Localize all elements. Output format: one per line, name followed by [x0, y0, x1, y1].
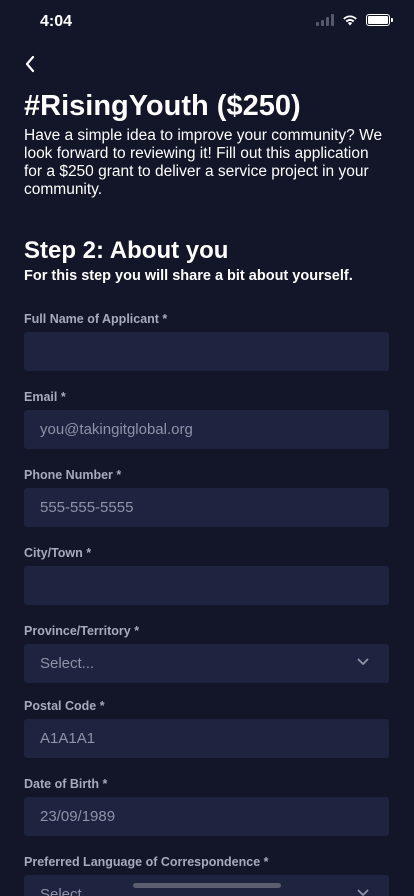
- language-field-group: Preferred Language of Correspondence * S…: [24, 854, 390, 896]
- date-of-birth-input[interactable]: [24, 797, 389, 836]
- cellular-signal-icon: [316, 14, 334, 26]
- page-header: #RisingYouth ($250) Have a simple idea t…: [24, 88, 390, 285]
- city-input[interactable]: [24, 566, 389, 605]
- step-title: Step 2: About you: [24, 237, 229, 264]
- wifi-icon: [343, 15, 357, 26]
- language-label: Preferred Language of Correspondence *: [24, 855, 269, 869]
- province-field-group: Province/Territory * Select...: [24, 623, 390, 683]
- full-name-label: Full Name of Applicant *: [24, 312, 168, 326]
- email-input[interactable]: [24, 410, 389, 449]
- dob-label: Date of Birth *: [24, 777, 108, 791]
- step-subtitle: For this step you will share a bit about…: [24, 268, 353, 284]
- home-indicator[interactable]: [133, 883, 281, 888]
- status-bar: 4:04: [0, 0, 414, 44]
- province-label: Province/Territory *: [24, 624, 140, 638]
- postal-label: Postal Code *: [24, 699, 105, 713]
- chevron-left-icon: [25, 55, 35, 73]
- city-field-group: City/Town *: [24, 545, 390, 605]
- phone-field-group: Phone Number *: [24, 467, 390, 527]
- phone-label: Phone Number *: [24, 468, 122, 482]
- language-select-value: Select...: [40, 886, 95, 896]
- dob-field-group: Date of Birth *: [24, 776, 390, 836]
- page-intro: Have a simple idea to improve your commu…: [24, 127, 383, 198]
- chevron-down-icon: [357, 889, 369, 896]
- battery-icon: [366, 14, 393, 26]
- status-icons: [316, 14, 393, 26]
- email-label: Email *: [24, 390, 66, 404]
- phone-input[interactable]: [24, 488, 389, 527]
- back-button[interactable]: [16, 50, 44, 78]
- full-name-field-group: Full Name of Applicant *: [24, 311, 390, 371]
- province-select[interactable]: Select...: [24, 644, 389, 683]
- postal-field-group: Postal Code *: [24, 698, 390, 758]
- postal-code-input[interactable]: [24, 719, 389, 758]
- status-time: 4:04: [40, 13, 73, 30]
- province-select-value: Select...: [40, 655, 95, 672]
- full-name-input[interactable]: [24, 332, 389, 371]
- page-title: #RisingYouth ($250): [24, 90, 301, 122]
- about-you-form: Full Name of Applicant * Email * Phone N…: [24, 311, 390, 896]
- city-label: City/Town *: [24, 546, 92, 560]
- chevron-down-icon: [357, 658, 369, 665]
- email-field-group: Email *: [24, 389, 390, 449]
